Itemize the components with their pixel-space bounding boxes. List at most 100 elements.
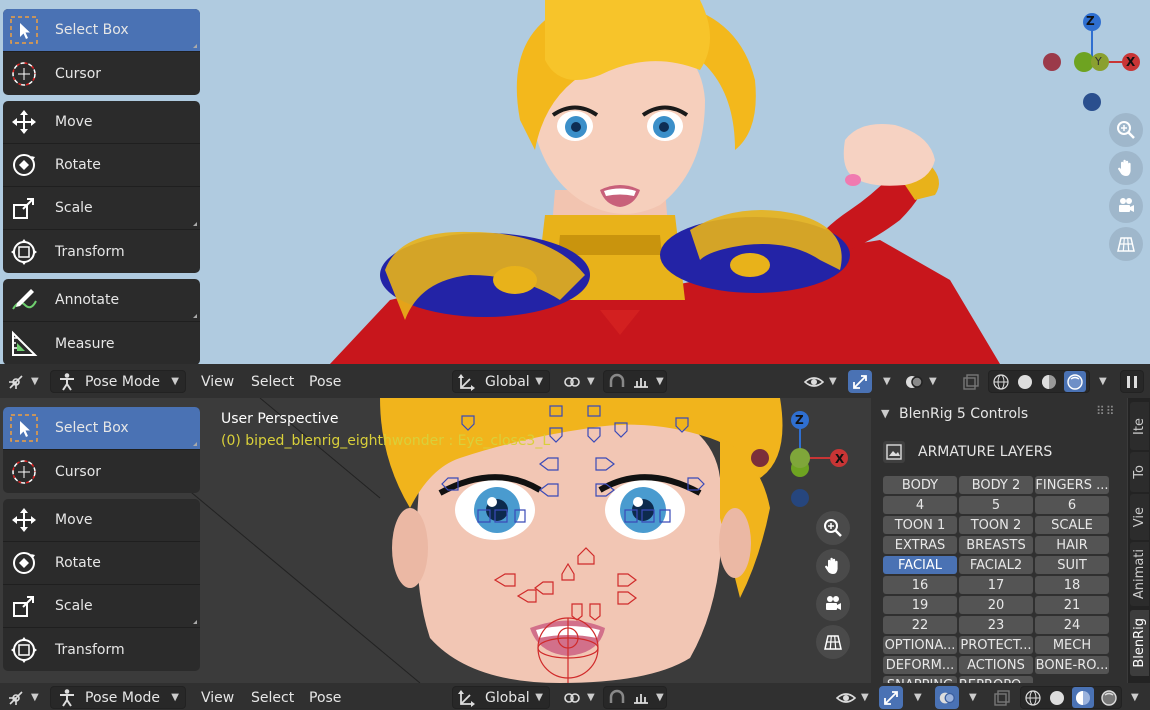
zoom-button[interactable] [1109, 113, 1143, 147]
xray-toggle[interactable] [962, 370, 982, 393]
tool-annotate[interactable]: Annotate [3, 279, 200, 322]
axis-x-label: X [835, 452, 845, 466]
layer-button[interactable]: 4 [883, 496, 957, 514]
menu-view[interactable]: View [201, 686, 234, 709]
layer-button[interactable]: MECH [1035, 636, 1109, 654]
layer-button[interactable]: 16 [883, 576, 957, 594]
layer-button[interactable]: TOON 1 [883, 516, 957, 534]
layer-button[interactable]: BODY [883, 476, 957, 494]
layer-button[interactable]: OPTIONA... [883, 636, 957, 654]
menu-select[interactable]: Select [251, 370, 294, 393]
layer-button[interactable]: 19 [883, 596, 957, 614]
orientation-dropdown[interactable]: Global ▼ [452, 686, 550, 709]
mode-dropdown[interactable]: Pose Mode ▼ [50, 370, 186, 393]
tool-measure[interactable]: Measure [3, 322, 200, 364]
layer-button[interactable]: SUIT [1035, 556, 1109, 574]
tab-animation[interactable]: Animati [1130, 542, 1149, 606]
layer-button[interactable]: BODY 2 [959, 476, 1033, 494]
chevron-down-icon[interactable]: ▼ [1131, 686, 1139, 709]
axis-x-label: X [1126, 55, 1136, 69]
tool-cursor[interactable]: Cursor [3, 450, 200, 493]
pan-button[interactable] [816, 549, 850, 583]
layer-button[interactable]: EXTRAS [883, 536, 957, 554]
orientation-icon [458, 689, 475, 707]
grid-view-button[interactable] [816, 625, 850, 659]
pan-button[interactable] [1109, 151, 1143, 185]
visibility-dropdown[interactable]: ▼ [836, 686, 876, 709]
viewport-top[interactable]: Z Y X Select Box Cursor Move Rotate Scal… [0, 0, 1150, 364]
layer-button[interactable]: 21 [1035, 596, 1109, 614]
layer-button[interactable]: SCALE [1035, 516, 1109, 534]
layer-button[interactable]: FACIAL [883, 556, 957, 574]
layer-button[interactable]: 17 [959, 576, 1033, 594]
snap-toggle-group[interactable]: ▼ [603, 686, 667, 709]
layer-button[interactable]: ACTIONS [959, 656, 1033, 674]
chevron-down-icon[interactable]: ▼ [1099, 370, 1107, 393]
tab-tool[interactable]: To [1130, 452, 1149, 492]
layer-button[interactable]: 20 [959, 596, 1033, 614]
tool-rotate[interactable]: Rotate [3, 144, 200, 187]
tool-scale[interactable]: Scale [3, 585, 200, 628]
pivot-point-dropdown[interactable]: ▼ [562, 686, 598, 709]
gizmo-toggle-button[interactable] [848, 370, 872, 393]
panel-collapse-icon[interactable]: ▼ [881, 407, 889, 420]
chevron-down-icon[interactable]: ▼ [914, 686, 922, 709]
menu-view[interactable]: View [201, 370, 234, 393]
camera-button[interactable] [816, 587, 850, 621]
layer-button[interactable]: 24 [1035, 616, 1109, 634]
scale-icon [13, 198, 34, 219]
menu-select[interactable]: Select [251, 686, 294, 709]
orientation-dropdown[interactable]: Global ▼ [452, 370, 550, 393]
editor-type-button[interactable]: ▼ [6, 686, 46, 709]
tool-cursor[interactable]: Cursor [3, 52, 200, 95]
layer-button[interactable]: DEFORM... [883, 656, 957, 674]
mode-dropdown[interactable]: Pose Mode ▼ [50, 686, 186, 709]
shading-mode-group[interactable] [1020, 686, 1122, 709]
layer-button[interactable]: REPROPO... [959, 676, 1033, 683]
layer-button[interactable]: 18 [1035, 576, 1109, 594]
tool-scale[interactable]: Scale [3, 187, 200, 230]
drag-handle-icon[interactable]: ⠿⠿ [1096, 404, 1116, 418]
tool-transform[interactable]: Transform [3, 230, 200, 273]
panel-title[interactable]: BlenRig 5 Controls [899, 406, 1028, 422]
shading-mode-group[interactable] [988, 370, 1090, 393]
snap-toggle-group[interactable]: ▼ [603, 370, 667, 393]
overlays-toggle-button[interactable] [935, 686, 959, 709]
editor-type-button[interactable]: ▼ [6, 370, 46, 393]
tool-rotate[interactable]: Rotate [3, 542, 200, 585]
layer-button[interactable]: BREASTS [959, 536, 1033, 554]
camera-button[interactable] [1109, 189, 1143, 223]
layer-button[interactable]: BONE-RO... [1035, 656, 1109, 674]
layer-button[interactable]: FINGERS ... [1035, 476, 1109, 494]
layer-button[interactable]: 6 [1035, 496, 1109, 514]
pivot-point-dropdown[interactable]: ▼ [562, 370, 598, 393]
overlays-dropdown[interactable]: ▼ [904, 370, 954, 393]
layer-button[interactable]: SNAPPING [883, 676, 957, 683]
grid-view-button[interactable] [1109, 227, 1143, 261]
tool-select-box[interactable]: Select Box [3, 407, 200, 450]
layer-button[interactable]: 22 [883, 616, 957, 634]
layer-button[interactable]: TOON 2 [959, 516, 1033, 534]
tool-transform[interactable]: Transform [3, 628, 200, 671]
layer-button[interactable]: PROTECT... [959, 636, 1033, 654]
gizmo-toggle-button[interactable] [879, 686, 903, 709]
layer-button[interactable]: FACIAL2 [959, 556, 1033, 574]
chevron-down-icon[interactable]: ▼ [969, 686, 977, 709]
tab-item[interactable]: Ite [1130, 402, 1149, 450]
layer-button[interactable]: 23 [959, 616, 1033, 634]
layer-button[interactable]: HAIR [1035, 536, 1109, 554]
zoom-button[interactable] [816, 511, 850, 545]
tool-move[interactable]: Move [3, 101, 200, 144]
menu-pose[interactable]: Pose [309, 370, 341, 393]
chevron-down-icon: ▼ [171, 692, 179, 703]
menu-pose[interactable]: Pose [309, 686, 341, 709]
tool-select-box[interactable]: Select Box [3, 9, 200, 52]
visibility-dropdown[interactable]: ▼ [804, 370, 844, 393]
pause-render-button[interactable] [1120, 370, 1144, 393]
tab-blenrig[interactable]: BlenRig [1130, 610, 1149, 676]
layer-button[interactable]: 5 [959, 496, 1033, 514]
tool-move[interactable]: Move [3, 499, 200, 542]
tab-view[interactable]: Vie [1130, 494, 1149, 540]
xray-toggle[interactable] [993, 686, 1013, 709]
chevron-down-icon[interactable]: ▼ [883, 370, 891, 393]
